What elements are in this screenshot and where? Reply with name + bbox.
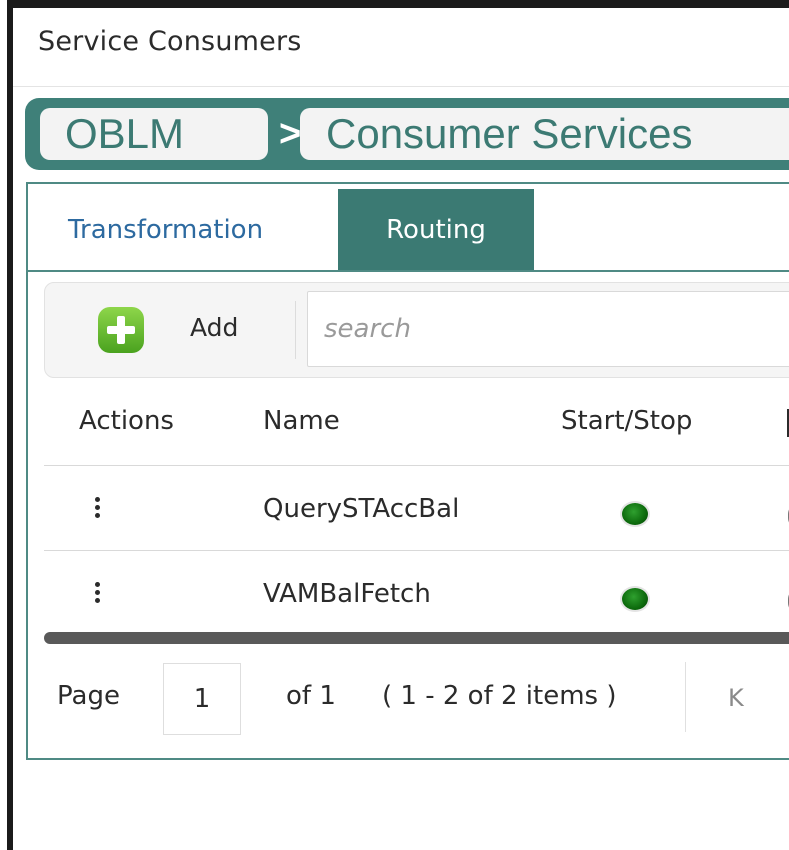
- breadcrumb-item-consumer-services[interactable]: Consumer Services: [300, 108, 789, 160]
- toolbar: Add: [44, 282, 789, 378]
- add-button[interactable]: Add: [190, 313, 238, 342]
- column-header-name[interactable]: Name: [263, 406, 340, 436]
- column-header-start-stop[interactable]: Start/Stop: [561, 406, 692, 436]
- pager-page-label: Page: [57, 681, 120, 711]
- breadcrumb: OBLM > Consumer Services: [25, 98, 789, 170]
- app-window: Service Consumers OBLM > Consumer Servic…: [0, 0, 789, 850]
- tabs-underline: [28, 270, 789, 272]
- tab-routing[interactable]: Routing: [338, 189, 534, 271]
- row-name-cell: VAMBalFetch: [263, 579, 431, 609]
- row-name-cell: QuerySTAccBal: [263, 494, 460, 524]
- plus-icon[interactable]: [98, 307, 144, 353]
- column-header-actions: Actions: [79, 406, 174, 436]
- status-running-icon[interactable]: [622, 503, 648, 525]
- window-title: Service Consumers: [38, 26, 302, 57]
- search-input[interactable]: [307, 291, 789, 367]
- title-divider: [13, 86, 789, 87]
- page-number-input[interactable]: [163, 663, 241, 735]
- tab-transformation[interactable]: Transformation: [68, 189, 263, 271]
- status-running-icon[interactable]: [622, 588, 648, 610]
- row-divider: [44, 550, 789, 551]
- header-row-divider: [44, 465, 789, 466]
- window-border-left: [7, 0, 13, 850]
- row-actions-menu-icon[interactable]: [95, 582, 101, 606]
- routing-panel: Transformation Routing Add Actions Name …: [26, 182, 789, 760]
- horizontal-scrollbar[interactable]: [44, 632, 789, 644]
- toolbar-divider: [295, 301, 296, 359]
- pager-summary: ( 1 - 2 of 2 items ): [382, 681, 617, 711]
- pager-total-pages: of 1: [286, 681, 336, 711]
- breadcrumb-separator: >: [279, 113, 302, 155]
- window-border-top: [7, 0, 789, 8]
- pager-divider: [685, 662, 686, 732]
- row-actions-menu-icon[interactable]: [95, 497, 101, 521]
- breadcrumb-item-oblm[interactable]: OBLM: [40, 108, 268, 160]
- first-page-button[interactable]: K: [728, 684, 744, 712]
